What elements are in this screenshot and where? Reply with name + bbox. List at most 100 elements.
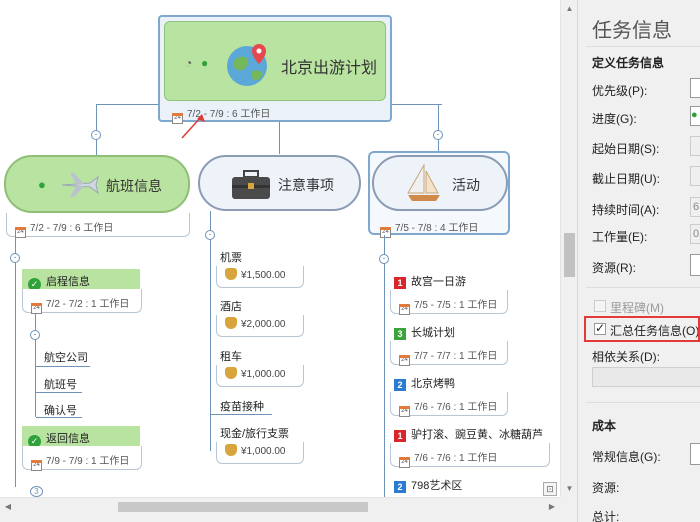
departure-date-box: 24 7/2 - 7/2 : 1 工作日 [22,289,142,314]
scroll-right-icon[interactable]: ▶ [544,498,560,516]
activity-item-label[interactable]: 3 长城计划 [394,324,455,340]
progress-icon: ● [38,177,46,192]
activity-item-date-text: 7/6 - 7/6 : 1 工作日 [414,453,498,464]
topic-activity-frame[interactable]: 活动 24 7/5 - 7/8 : 4 工作日 [368,151,510,238]
dependency-field[interactable] [592,367,700,387]
activity-item-date-text: 7/7 - 7/7 : 1 工作日 [414,351,498,362]
note-ticket-label[interactable]: 机票 [220,249,242,265]
note-cash-cost-text: ¥1,000.00 [241,446,286,457]
priority-label: 优先级(P): [592,84,648,98]
collapse-toggle[interactable]: - [379,254,389,264]
vertical-scrollbar[interactable]: ▲ ▼ [560,0,577,497]
activity-date-box: 24 7/5 - 7/5 : 1 工作日 [390,290,508,315]
collapse-toggle[interactable]: - [30,330,40,340]
end-date-field[interactable] [690,166,700,186]
priority-1-icon: 1 [394,277,406,289]
scroll-left-icon[interactable]: ◀ [0,498,16,516]
collapse-toggle[interactable]: - [10,253,20,263]
scroll-up-icon[interactable]: ▲ [561,0,578,17]
collapse-toggle[interactable]: - [433,130,443,140]
activity-item-date: 24 7/7 - 7/7 : 1 工作日 [399,347,497,366]
highlight-box [584,316,700,342]
note-vaccine-label[interactable]: 疫苗接种 [220,398,264,414]
activity-item-title: 北京烤鸭 [411,378,455,390]
activity-item-title: 798艺术区 [411,480,463,492]
note-cash-label[interactable]: 现金/旅行支票 [220,425,289,441]
activity-item-label[interactable]: 2 北京烤鸭 [394,375,455,391]
return-date-box: 24 7/9 - 7/9 : 1 工作日 [22,446,142,471]
topic-flight-info[interactable]: ● 航班信息 [4,155,190,213]
connector [279,122,280,154]
briefcase-icon [232,170,270,199]
cost-total-label: 总计: [592,510,620,522]
progress-label: 进度(G): [592,112,637,126]
activity-item-label[interactable]: 2 798艺术区 [394,477,462,493]
priority-2-icon: 2 [394,379,406,391]
note-hotel-label[interactable]: 酒店 [220,298,242,314]
zoom-fit-button[interactable]: ⊡ [543,482,557,496]
airline-label[interactable]: 航空公司 [44,349,88,365]
duration-label: 持续时间(A): [592,203,660,217]
progress-select[interactable]: ● [690,106,700,126]
milestone-checkbox[interactable] [594,300,606,312]
horizontal-scrollbar[interactable]: ◀ ▶ [0,497,560,515]
note-hotel-cost-text: ¥2,000.00 [241,319,286,330]
panel-title: 任务信息 [592,20,672,42]
departure-date: 24 7/2 - 7/2 : 1 工作日 [31,295,129,314]
regular-info-field[interactable] [690,443,700,465]
note-car-label[interactable]: 租车 [220,348,242,364]
calendar-icon: 24 [399,304,410,315]
moneybag-icon [225,444,237,456]
confirmation-label[interactable]: 确认号 [44,402,77,418]
root-topic-body: ◔ ● 北京出游计划 [164,21,386,101]
root-topic[interactable]: ◔ ● 北京出游计划 24 7/2 - 7/9 : 6 工作日 [158,15,392,124]
start-date-label: 起始日期(S): [592,142,660,156]
start-date-field[interactable] [690,136,700,156]
underline [36,366,90,367]
activity-item-date: 24 7/5 - 7/5 : 1 工作日 [399,296,497,315]
activity-item-date: 24 7/6 - 7/6 : 1 工作日 [399,398,497,417]
collapse-toggle[interactable]: - [205,230,215,240]
progress-icon: ● [691,109,698,121]
activity-date: 24 7/5 - 7/8 : 4 工作日 [380,219,478,238]
topic-activity[interactable]: 活动 [372,155,508,211]
divider [586,402,700,403]
activity-date-box: 24 7/6 - 7/6 : 1 工作日 [390,443,550,468]
notes-title: 注意事项 [278,177,334,193]
collapse-toggle[interactable]: - [91,130,101,140]
activity-item-label[interactable]: 1 故宫一日游 [394,273,466,289]
calendar-icon: 24 [31,460,42,471]
topic-notes[interactable]: 注意事项 [198,155,361,211]
departure-date-text: 7/2 - 7/2 : 1 工作日 [46,299,130,310]
activity-item-date-text: 7/5 - 7/5 : 1 工作日 [414,300,498,311]
scroll-down-icon[interactable]: ▼ [561,480,578,497]
workload-field[interactable]: 0 [690,224,700,244]
flight-number-label[interactable]: 航班号 [44,376,77,392]
priority-3-icon: 3 [394,328,406,340]
cost-resource-label: 资源: [592,481,620,495]
activity-item-date: 24 7/6 - 7/6 : 1 工作日 [399,449,497,468]
activity-item-date-text: 7/6 - 7/6 : 1 工作日 [414,402,498,413]
duration-field[interactable]: 6 [690,197,700,217]
resource-field[interactable] [690,254,700,276]
mind-map-canvas[interactable]: - - ◔ ● 北京出游计划 24 7/2 - 7/9 : 6 工作日 ● 航班… [0,0,560,497]
priority-select[interactable] [690,78,700,98]
return-date: 24 7/9 - 7/9 : 1 工作日 [31,452,129,471]
priority-2-icon: 2 [394,481,406,493]
activity-item-label[interactable]: 1 驴打滚、豌豆黄、冰糖葫芦 [394,426,543,442]
scroll-thumb[interactable] [564,233,575,277]
connector [210,211,211,451]
moneybag-icon [225,367,237,379]
calendar-icon: 24 [31,303,42,314]
scroll-thumb[interactable] [118,502,368,512]
activity-item-title: 故宫一日游 [411,276,466,288]
calendar-icon: 24 [15,227,26,238]
task-info-panel: 任务信息 定义任务信息 优先级(P): 进度(G): ● 起始日期(S): 截止… [577,0,700,522]
collapsed-count-badge[interactable]: 3 [30,486,43,497]
underline [36,417,82,418]
cost-section-title: 成本 [592,419,617,433]
calendar-icon: 24 [399,355,410,366]
annotation-arrow [181,114,205,139]
resource-label: 资源(R): [592,261,636,275]
dependency-label: 相依关系(D): [592,350,660,364]
